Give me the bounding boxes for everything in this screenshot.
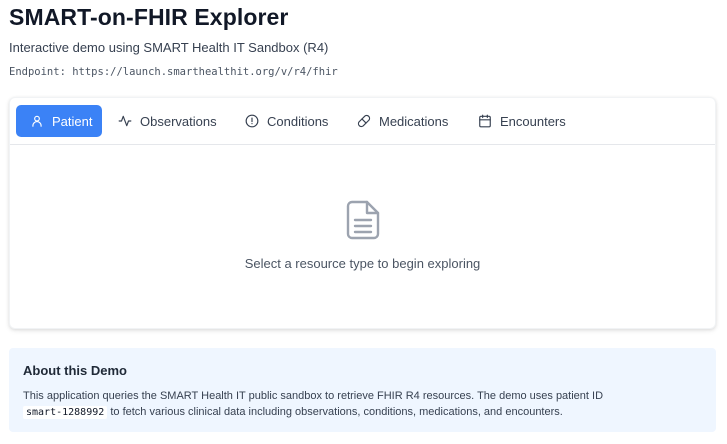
endpoint-text: Endpoint: https://launch.smarthealthit.o… bbox=[9, 66, 338, 78]
tab-label: Medications bbox=[379, 113, 449, 129]
alert-circle-icon bbox=[245, 114, 259, 128]
tab-patient[interactable]: Patient bbox=[16, 105, 102, 137]
explorer-card: Patient Observations Conditions Medicati… bbox=[9, 97, 716, 329]
empty-state-message: Select a resource type to begin explorin… bbox=[244, 256, 481, 271]
resource-tabs: Patient Observations Conditions Medicati… bbox=[10, 98, 715, 145]
document-icon bbox=[346, 200, 380, 240]
page-subtitle: Interactive demo using SMART Health IT S… bbox=[9, 40, 329, 55]
tab-medications[interactable]: Medications bbox=[343, 105, 462, 137]
about-title: About this Demo bbox=[23, 363, 127, 378]
tab-label: Encounters bbox=[500, 113, 566, 129]
tab-label: Observations bbox=[140, 113, 217, 129]
tab-conditions[interactable]: Conditions bbox=[231, 105, 342, 137]
page-header: SMART-on-FHIR Explorer Interactive demo … bbox=[9, 3, 717, 79]
tab-label: Patient bbox=[52, 113, 93, 129]
pill-icon bbox=[357, 114, 371, 128]
about-text-after: to fetch various clinical data including… bbox=[110, 406, 563, 418]
tab-observations[interactable]: Observations bbox=[104, 105, 231, 137]
about-panel: About this Demo This application queries… bbox=[9, 348, 716, 432]
page-title: SMART-on-FHIR Explorer bbox=[9, 4, 289, 30]
patient-id-code: smart-1288992 bbox=[23, 406, 108, 419]
tab-label: Conditions bbox=[267, 113, 329, 129]
activity-icon bbox=[118, 115, 132, 127]
user-icon bbox=[32, 115, 42, 127]
about-text-before: This application queries the SMART Healt… bbox=[23, 390, 604, 402]
calendar-icon bbox=[479, 114, 491, 128]
about-description: This application queries the SMART Healt… bbox=[23, 388, 702, 421]
tab-encounters[interactable]: Encounters bbox=[464, 105, 580, 137]
